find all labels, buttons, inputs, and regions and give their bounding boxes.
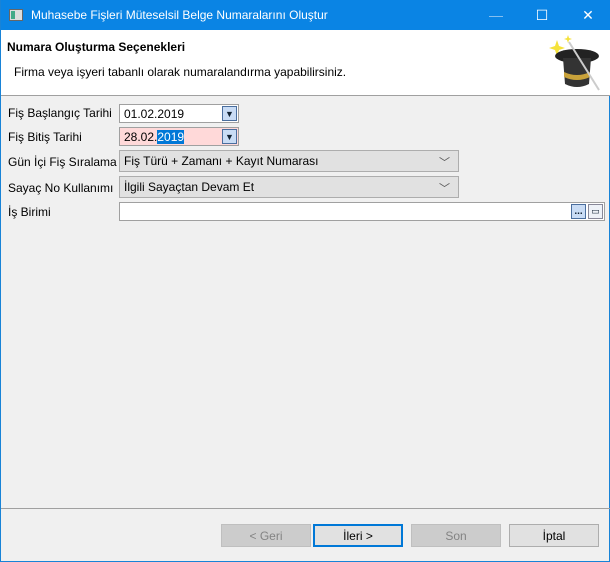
counter-value: İlgili Sayaçtan Devam Et bbox=[124, 180, 255, 194]
divider bbox=[1, 508, 610, 509]
end-date-label: Fiş Bitiş Tarihi bbox=[8, 130, 82, 144]
ordering-label: Gün İçi Fiş Sıralama bbox=[8, 155, 117, 169]
browse-button[interactable]: ... bbox=[571, 204, 586, 219]
counter-label: Sayaç No Kullanımı bbox=[8, 181, 114, 195]
window-title: Muhasebe Fişleri Müteselsil Belge Numara… bbox=[31, 8, 328, 22]
back-button[interactable]: < Geri bbox=[221, 524, 311, 547]
finish-button[interactable]: Son bbox=[411, 524, 501, 547]
chevron-down-icon[interactable]: ▼ bbox=[222, 129, 237, 144]
title-bar: Muhasebe Fişleri Müteselsil Belge Numara… bbox=[1, 0, 610, 30]
page-subtitle: Firma veya işyeri tabanlı olarak numaral… bbox=[14, 65, 347, 79]
chevron-down-icon[interactable]: ▼ bbox=[222, 106, 237, 121]
list-icon[interactable]: ▭ bbox=[588, 204, 603, 219]
start-date-picker[interactable]: 01.02.2019 ▼ bbox=[119, 104, 239, 123]
start-date-value: 01.02.2019 bbox=[124, 106, 185, 121]
start-date-label: Fiş Başlangıç Tarihi bbox=[8, 106, 112, 120]
next-button[interactable]: İleri > bbox=[313, 524, 403, 547]
maximize-button[interactable]: ☐ bbox=[519, 0, 565, 30]
end-date-picker[interactable]: 28.02. 2019 ▼ bbox=[119, 127, 239, 146]
page-title: Numara Oluşturma Seçenekleri bbox=[7, 40, 186, 54]
unit-input[interactable]: ... ▭ bbox=[119, 202, 605, 221]
app-icon bbox=[9, 9, 23, 21]
end-date-selected-text: 2019 bbox=[157, 129, 185, 144]
end-date-value: 28.02. bbox=[124, 129, 158, 144]
close-button[interactable]: ✕ bbox=[565, 0, 610, 30]
counter-select[interactable]: İlgili Sayaçtan Devam Et ﹀ bbox=[119, 176, 459, 198]
chevron-down-icon: ﹀ bbox=[439, 183, 450, 195]
wizard-header: Numara Oluşturma Seçenekleri Firma veya … bbox=[1, 30, 610, 96]
minimize-button[interactable]: — bbox=[473, 0, 519, 30]
cancel-button[interactable]: İptal bbox=[509, 524, 599, 547]
magic-hat-icon bbox=[549, 35, 600, 91]
ordering-select[interactable]: Fiş Türü + Zamanı + Kayıt Numarası ﹀ bbox=[119, 150, 459, 172]
chevron-down-icon: ﹀ bbox=[439, 157, 450, 169]
ordering-value: Fiş Türü + Zamanı + Kayıt Numarası bbox=[124, 154, 319, 168]
unit-label: İş Birimi bbox=[8, 205, 51, 219]
